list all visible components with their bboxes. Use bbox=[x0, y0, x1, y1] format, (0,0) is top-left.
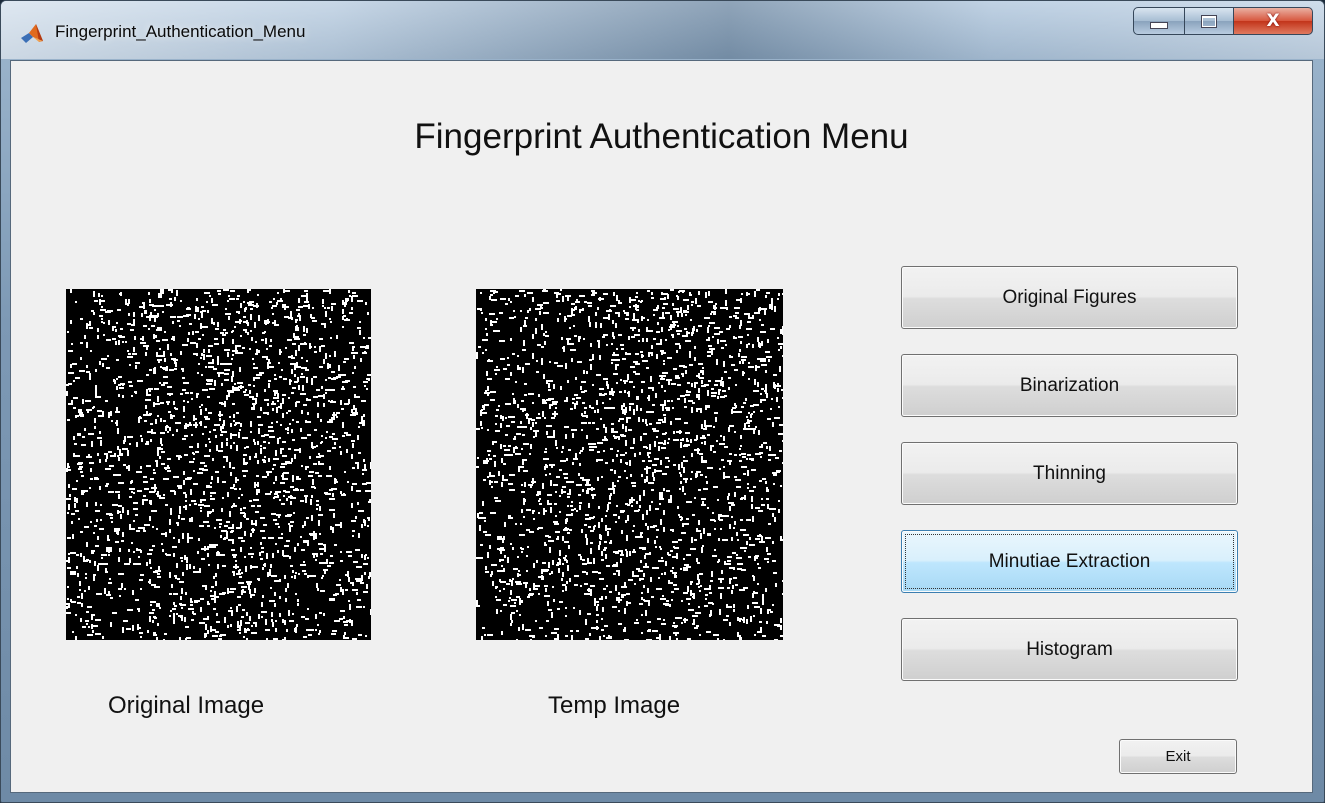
minutiae-extraction-button[interactable]: Minutiae Extraction bbox=[901, 530, 1238, 593]
histogram-button[interactable]: Histogram bbox=[901, 618, 1238, 681]
window-title: Fingerprint_Authentication_Menu bbox=[55, 22, 306, 41]
focus-ring bbox=[905, 534, 1234, 589]
figure-client-area: Fingerprint Authentication Menu Original… bbox=[10, 60, 1313, 793]
minimize-icon bbox=[1150, 21, 1168, 29]
matlab-icon bbox=[21, 24, 43, 43]
maximize-button[interactable] bbox=[1184, 7, 1234, 35]
temp-image-caption: Temp Image bbox=[548, 692, 681, 719]
binarization-button[interactable]: Binarization bbox=[901, 354, 1238, 417]
exit-button[interactable]: Exit bbox=[1119, 739, 1237, 774]
title-bar[interactable]: Fingerprint_Authentication_Menu X bbox=[1, 1, 1324, 59]
minimize-button[interactable] bbox=[1133, 7, 1185, 35]
original-fingerprint-image bbox=[66, 289, 371, 640]
original-image-caption: Original Image bbox=[108, 692, 265, 719]
page-title: Fingerprint Authentication Menu bbox=[414, 117, 909, 156]
original-figures-button[interactable]: Original Figures bbox=[901, 266, 1238, 329]
close-button[interactable]: X bbox=[1233, 7, 1313, 35]
thinning-button[interactable]: Thinning bbox=[901, 442, 1238, 505]
temp-image-axes bbox=[476, 289, 783, 640]
original-image-axes bbox=[66, 289, 371, 640]
temp-fingerprint-image bbox=[476, 289, 783, 640]
maximize-icon bbox=[1201, 14, 1217, 28]
close-icon: X bbox=[1266, 11, 1280, 31]
app-window: Fingerprint_Authentication_Menu X Finger… bbox=[0, 0, 1325, 803]
